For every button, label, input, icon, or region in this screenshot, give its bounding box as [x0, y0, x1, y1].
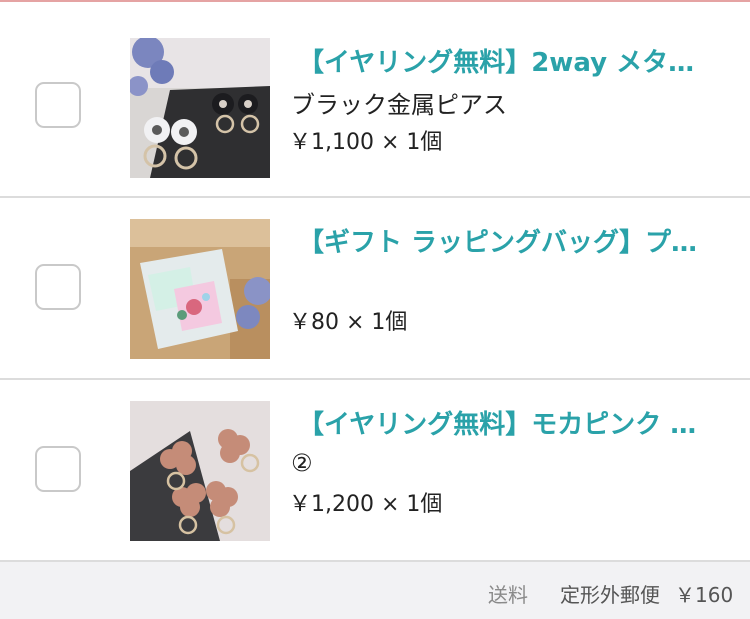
item-title[interactable]: 【イヤリング無料】2way メタ…: [298, 42, 728, 79]
product-thumbnail[interactable]: [130, 219, 270, 359]
item-title[interactable]: 【ギフト ラッピングバッグ】プ…: [298, 222, 728, 259]
item-price: ￥80 × 1個: [289, 310, 408, 335]
gift-bag-photo: [130, 219, 270, 359]
earrings-black-white-photo: [130, 38, 270, 178]
product-thumbnail[interactable]: [130, 38, 270, 178]
product-thumbnail[interactable]: [130, 401, 270, 541]
item-select-checkbox[interactable]: [35, 264, 81, 310]
cart-item: 【イヤリング無料】モカピンク … ② ￥1,200 × 1個: [0, 380, 750, 562]
cart-item-list: 【イヤリング無料】2way メタ… ブラック金属ピアス ￥1,100 × 1個 …: [0, 0, 750, 619]
shipping-price: ￥160: [675, 583, 734, 607]
item-price: ￥1,200 × 1個: [289, 492, 443, 517]
item-variant: ②: [291, 449, 313, 477]
cart-item: 【ギフト ラッピングバッグ】プ… ￥80 × 1個: [0, 198, 750, 380]
item-variant: ブラック金属ピアス: [291, 91, 507, 119]
shipping-label: 送料: [488, 583, 528, 607]
cart-item: 【イヤリング無料】2way メタ… ブラック金属ピアス ￥1,100 × 1個: [0, 2, 750, 198]
shipping-summary: 送料 定形外郵便 ￥160: [0, 562, 750, 619]
item-select-checkbox[interactable]: [35, 82, 81, 128]
mocha-pink-earrings-photo: [130, 401, 270, 541]
item-price: ￥1,100 × 1個: [289, 130, 443, 155]
item-select-checkbox[interactable]: [35, 446, 81, 492]
shipping-method: 定形外郵便: [560, 583, 660, 607]
item-title[interactable]: 【イヤリング無料】モカピンク …: [298, 404, 728, 441]
